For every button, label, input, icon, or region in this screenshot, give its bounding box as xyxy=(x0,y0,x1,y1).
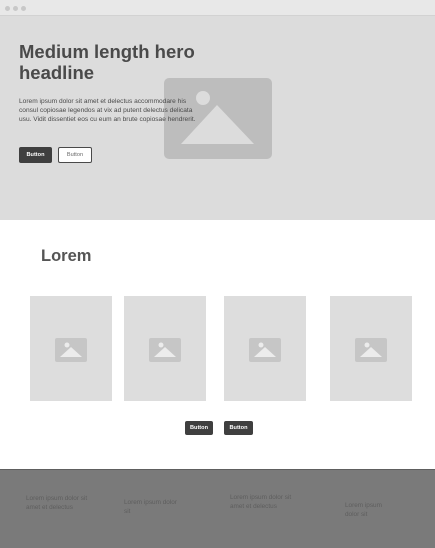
hero-headline: Medium length hero headline xyxy=(19,41,195,83)
card-image-placeholder xyxy=(249,337,281,362)
image-placeholder-icon xyxy=(360,342,382,357)
hero-primary-button[interactable]: Button xyxy=(19,147,52,163)
hero-section: Medium length hero headline Lorem ipsum … xyxy=(0,16,435,220)
image-placeholder-icon xyxy=(254,342,276,357)
footer: Lorem ipsum dolor sit amet et delectus L… xyxy=(0,469,435,548)
card-image-placeholder xyxy=(149,337,181,362)
footer-column-1: Lorem ipsum dolor sit amet et delectus xyxy=(26,495,88,511)
footer-column-4: Lorem ipsum dolor sit xyxy=(345,502,382,518)
window-minimize-dot-icon[interactable] xyxy=(13,6,18,11)
window-titlebar xyxy=(0,0,435,16)
section-button-2[interactable]: Button xyxy=(224,421,253,435)
card-image-placeholder xyxy=(55,337,87,362)
card-image-placeholder xyxy=(355,337,387,362)
image-placeholder-icon xyxy=(60,342,82,357)
card-4[interactable] xyxy=(330,296,412,401)
footer-column-2: Lorem ipsum dolor sit xyxy=(124,499,177,515)
hero-secondary-button[interactable]: Button xyxy=(58,147,92,163)
hero-body-text: Lorem ipsum dolor sit amet et delectus a… xyxy=(19,98,196,123)
section-button-1[interactable]: Button xyxy=(185,421,213,435)
window-close-dot-icon[interactable] xyxy=(5,6,10,11)
card-3[interactable] xyxy=(224,296,306,401)
card-2[interactable] xyxy=(124,296,206,401)
section-title: Lorem xyxy=(41,247,92,265)
card-1[interactable] xyxy=(30,296,112,401)
image-placeholder-icon xyxy=(154,342,176,357)
footer-column-3: Lorem ipsum dolor sit amet et delectus xyxy=(230,494,292,510)
window-maximize-dot-icon[interactable] xyxy=(21,6,26,11)
